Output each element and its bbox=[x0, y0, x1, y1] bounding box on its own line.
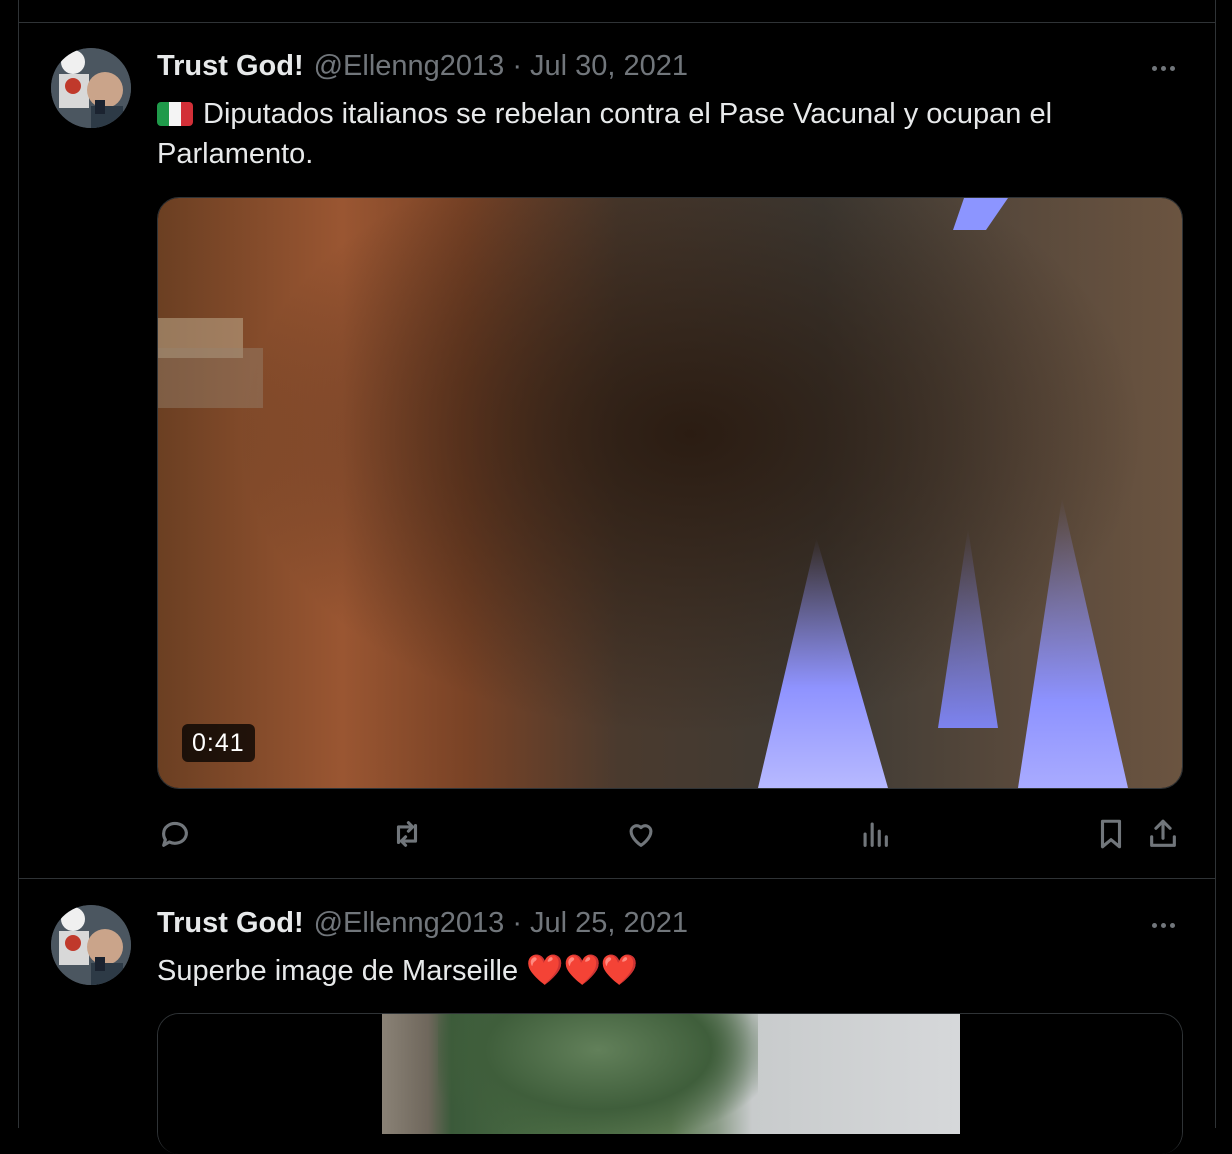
like-icon[interactable] bbox=[621, 814, 661, 854]
timeline-column: Trust God! @Ellenng2013 · Jul 30, 2021 D… bbox=[18, 0, 1216, 1154]
tweet-actions bbox=[157, 814, 1187, 854]
author-name[interactable]: Trust God! bbox=[157, 50, 304, 83]
author-handle[interactable]: @Ellenng2013 bbox=[314, 907, 505, 940]
video-frame-detail bbox=[158, 348, 263, 408]
author-name[interactable]: Trust God! bbox=[157, 907, 304, 940]
tweet-date[interactable]: Jul 30, 2021 bbox=[530, 50, 688, 83]
tweet-date[interactable]: Jul 25, 2021 bbox=[530, 907, 688, 940]
photo-container bbox=[158, 1014, 1182, 1154]
video-thumbnail[interactable]: 0:41 bbox=[158, 198, 1182, 788]
tweet-text: Superbe image de Marseille ❤️❤️❤️ bbox=[157, 951, 1147, 991]
separator: · bbox=[512, 907, 522, 939]
more-options-icon[interactable] bbox=[1145, 915, 1181, 935]
photo-tree bbox=[438, 1014, 758, 1134]
author-handle[interactable]: @Ellenng2013 bbox=[314, 50, 505, 83]
video-frame-detail bbox=[953, 198, 1008, 230]
more-options-icon[interactable] bbox=[1145, 58, 1181, 78]
video-duration: 0:41 bbox=[182, 724, 255, 762]
tweet[interactable]: Trust God! @Ellenng2013 · Jul 25, 2021 S… bbox=[19, 879, 1215, 1154]
tweet-text-content: Superbe image de Marseille bbox=[157, 955, 519, 987]
video-frame-detail bbox=[1018, 498, 1128, 788]
tweet-image[interactable] bbox=[157, 1013, 1183, 1154]
tweet-header: Trust God! @Ellenng2013 · Jul 25, 2021 bbox=[157, 907, 688, 943]
heart-emoji: ❤️❤️❤️ bbox=[526, 954, 639, 987]
bookmark-icon[interactable] bbox=[1091, 814, 1131, 854]
video-frame-detail bbox=[938, 528, 998, 728]
avatar-image bbox=[51, 905, 131, 985]
retweet-icon[interactable] bbox=[387, 814, 427, 854]
tweet[interactable]: Trust God! @Ellenng2013 · Jul 30, 2021 D… bbox=[19, 22, 1215, 878]
tweet-header: Trust God! @Ellenng2013 · Jul 30, 2021 bbox=[157, 50, 688, 86]
avatar-image bbox=[51, 48, 131, 128]
video-frame-detail bbox=[758, 538, 888, 788]
reply-icon[interactable] bbox=[155, 814, 195, 854]
tweet-text: Diputados italianos se rebelan contra el… bbox=[157, 94, 1147, 174]
tweet-text-content: Diputados italianos se rebelan contra el… bbox=[157, 98, 1053, 170]
separator: · bbox=[512, 50, 522, 82]
italy-flag-icon bbox=[157, 102, 193, 126]
avatar[interactable] bbox=[51, 905, 131, 985]
video-player[interactable]: 0:41 bbox=[157, 197, 1183, 789]
share-icon[interactable] bbox=[1143, 814, 1183, 854]
views-icon[interactable] bbox=[855, 814, 895, 854]
avatar[interactable] bbox=[51, 48, 131, 128]
